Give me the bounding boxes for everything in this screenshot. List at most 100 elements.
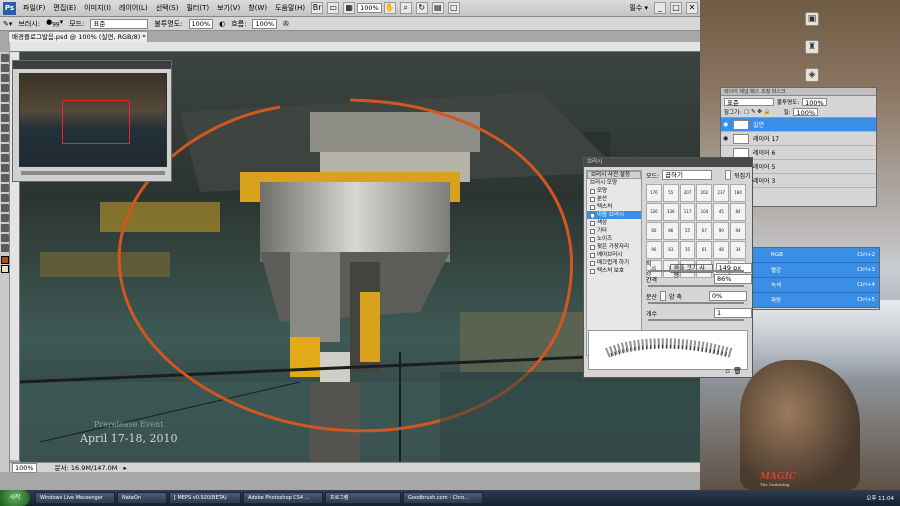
type-tool-icon[interactable]	[1, 194, 9, 202]
menu-file[interactable]: 파일(F)	[19, 0, 49, 17]
layers-panel-tabs[interactable]: 레이어 채널 패스 조정 마스크	[721, 88, 876, 96]
navigator-zoom-slider[interactable]	[21, 171, 165, 175]
workspace-switcher[interactable]: 필수 ▾	[625, 3, 652, 13]
airbrush-icon[interactable]: ✇	[283, 20, 289, 28]
navigator-thumbnail[interactable]	[19, 73, 167, 167]
hand-tool-icon[interactable]	[1, 234, 9, 242]
checkbox[interactable]	[590, 188, 595, 194]
checkbox[interactable]	[590, 244, 595, 250]
menu-filter[interactable]: 필터(T)	[182, 0, 213, 17]
lasso-tool-icon[interactable]	[1, 74, 9, 82]
brush-tip[interactable]: 83	[662, 241, 679, 259]
brush-tip[interactable]: 84	[730, 203, 746, 221]
scatter-field[interactable]: 0%	[709, 291, 747, 301]
brush-setting-item[interactable]: 분산	[587, 195, 641, 203]
brush-tool-icon[interactable]	[1, 124, 9, 132]
brush-tip[interactable]: 61	[696, 241, 713, 259]
spacing-field[interactable]: 86%	[714, 274, 752, 284]
brush-tip[interactable]: 34	[730, 241, 746, 259]
taskbar-item[interactable]: Goodbrush.com - Chro...	[403, 492, 483, 504]
dodge-tool-icon[interactable]	[1, 174, 9, 182]
menu-image[interactable]: 이미지(I)	[80, 0, 115, 17]
reverse-checkbox[interactable]	[725, 170, 732, 180]
maximize-icon[interactable]: □	[670, 2, 682, 14]
checkbox[interactable]	[590, 204, 595, 210]
brush-setting-item[interactable]: 노이즈	[587, 235, 641, 243]
brushes-panel-title[interactable]: 브러시	[584, 158, 752, 167]
brush-tip[interactable]: 117	[679, 203, 696, 221]
pen-tool-icon[interactable]	[1, 184, 9, 192]
path-select-tool-icon[interactable]	[1, 204, 9, 212]
channel-row[interactable]: 녹색 Ctrl+4	[753, 278, 879, 293]
zoom-level[interactable]: 100%	[357, 3, 382, 13]
brush-tip[interactable]: 55	[679, 222, 696, 240]
gradient-tool-icon[interactable]	[1, 164, 9, 172]
brush-tool-icon[interactable]: ✎▾	[3, 20, 12, 28]
marquee-tool-icon[interactable]	[1, 64, 9, 72]
desktop-icon[interactable]: ♜	[805, 40, 819, 54]
navigator-header[interactable]	[13, 61, 171, 69]
checkbox[interactable]	[590, 220, 595, 226]
mini-bridge-icon[interactable]: ▭	[327, 2, 340, 14]
brush-tip[interactable]: 86	[662, 222, 679, 240]
rotate-view-icon[interactable]: ↻	[415, 2, 428, 14]
channel-row[interactable]: 파랑 Ctrl+5	[753, 293, 879, 308]
count-field[interactable]: 1	[714, 308, 752, 318]
bridge-icon[interactable]: Br	[311, 2, 324, 14]
zoom-tool-icon[interactable]: ⌕	[399, 2, 412, 14]
trash-icon[interactable]: 🗑	[733, 367, 742, 375]
brush-presets-tab[interactable]: 브러시 사전 설정	[587, 171, 641, 179]
zoom-tool-icon[interactable]	[1, 244, 9, 252]
brush-picker[interactable]: ●99▾	[46, 18, 63, 28]
brush-tip[interactable]: 207	[679, 184, 696, 202]
crop-tool-icon[interactable]	[1, 94, 9, 102]
opacity-field[interactable]: 100%	[188, 18, 214, 29]
checkbox[interactable]	[590, 268, 595, 274]
taskbar-item[interactable]: NateOn	[117, 492, 167, 504]
brush-tip[interactable]: 60	[646, 222, 662, 240]
brush-tip[interactable]: 48	[713, 241, 730, 259]
brush-setting-item[interactable]: ✓ 이중 브러시	[587, 211, 641, 221]
eye-icon[interactable]: ◉	[723, 121, 730, 128]
menu-select[interactable]: 선택(S)	[152, 0, 183, 17]
checkbox[interactable]	[590, 196, 595, 202]
status-zoom[interactable]: 100%	[12, 463, 37, 473]
brush-tip[interactable]: 180	[730, 184, 746, 202]
checkbox[interactable]: ✓	[590, 212, 596, 221]
layer-row[interactable]: ◉ 레이어 17	[721, 132, 876, 146]
menu-help[interactable]: 도움말(H)	[271, 0, 309, 17]
brush-tip[interactable]: 90	[713, 222, 730, 240]
brush-setting-item[interactable]: 기타	[587, 227, 641, 235]
move-tool-icon[interactable]	[1, 54, 9, 62]
minimize-icon[interactable]: _	[654, 2, 666, 14]
tablet-pressure-icon[interactable]: ◐	[219, 20, 225, 28]
healing-tool-icon[interactable]	[1, 114, 9, 122]
desktop-icon[interactable]: ▣	[805, 12, 819, 26]
quick-select-tool-icon[interactable]	[1, 84, 9, 92]
checkbox[interactable]	[590, 252, 595, 258]
checkbox[interactable]	[590, 260, 595, 266]
brush-tip[interactable]: 67	[696, 222, 713, 240]
brush-tip[interactable]: 55	[662, 184, 679, 202]
brush-setting-item[interactable]: 젖은 가장자리	[587, 243, 641, 251]
brush-tip[interactable]: 336	[662, 203, 679, 221]
start-button[interactable]: 시작	[0, 490, 30, 506]
brush-setting-item[interactable]: 모양	[587, 187, 641, 195]
brush-mode-select[interactable]: 곱하기	[662, 170, 713, 180]
menu-layer[interactable]: 레이어(L)	[115, 0, 152, 17]
scatter-slider[interactable]	[648, 302, 744, 304]
count-slider[interactable]	[648, 319, 744, 321]
extras-icon[interactable]: ▦	[343, 2, 356, 14]
desktop-icon[interactable]: ◈	[805, 68, 819, 82]
shape-tool-icon[interactable]	[1, 214, 9, 222]
brush-tip[interactable]: 326	[646, 203, 662, 221]
diameter-slider[interactable]	[648, 270, 744, 272]
flow-field[interactable]: 100%	[252, 18, 278, 29]
document-tab[interactable]: 배경플로그발음.psd @ 100% (실연, RGB/8) *	[8, 31, 148, 42]
new-brush-icon[interactable]: ▫	[725, 367, 730, 375]
brush-tip[interactable]: 94	[730, 222, 746, 240]
brush-tip[interactable]: 35	[679, 241, 696, 259]
status-arrow-icon[interactable]: ▸	[123, 464, 126, 472]
menu-edit[interactable]: 편집(E)	[49, 0, 80, 17]
eye-icon[interactable]: ◉	[723, 135, 730, 142]
